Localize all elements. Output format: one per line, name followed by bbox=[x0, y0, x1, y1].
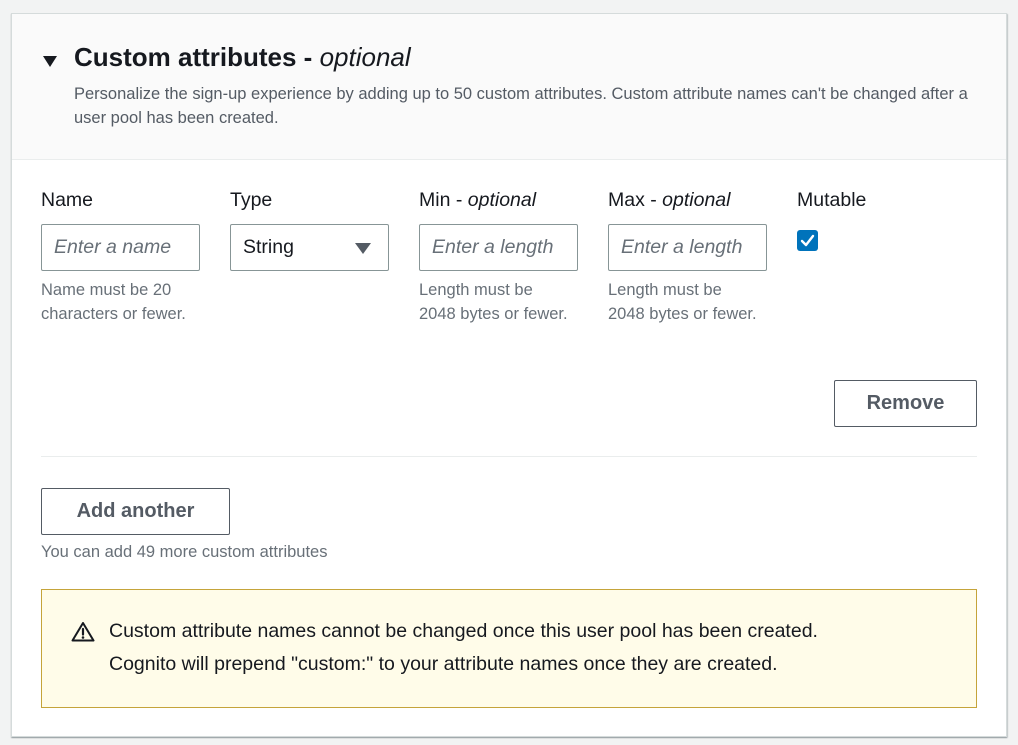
add-another-hint: You can add 49 more custom attributes bbox=[41, 543, 328, 561]
custom-attributes-panel: Custom attributes - optional Personalize… bbox=[11, 13, 1007, 737]
type-select[interactable]: String bbox=[230, 224, 389, 271]
name-label: Name bbox=[41, 189, 94, 211]
checkmark-icon bbox=[800, 234, 815, 247]
name-hint: Name must be 20 characters or fewer. bbox=[41, 281, 186, 323]
max-column: Max - optional bbox=[608, 187, 773, 213]
max-label-optional: optional bbox=[662, 189, 731, 211]
max-hint: Length must be 2048 bytes or fewer. bbox=[608, 281, 757, 323]
type-selected-value: String bbox=[243, 236, 294, 258]
alert-line-2: Cognito will prepend "custom:" to your a… bbox=[109, 653, 778, 675]
mutable-column: Mutable bbox=[797, 187, 962, 213]
section-title-text: Custom attributes - bbox=[74, 42, 313, 72]
warning-alert: Custom attribute names cannot be changed… bbox=[41, 589, 977, 708]
max-length-input[interactable] bbox=[608, 224, 767, 271]
mutable-label: Mutable bbox=[797, 189, 867, 211]
remove-button[interactable]: Remove bbox=[834, 380, 977, 427]
max-label-text: Max - bbox=[608, 189, 657, 211]
section-title-optional: optional bbox=[319, 42, 411, 72]
max-label: Max - optional bbox=[608, 187, 773, 213]
min-length-input[interactable] bbox=[419, 224, 578, 271]
dropdown-arrow-icon bbox=[355, 243, 371, 254]
panel-header: Custom attributes - optional Personalize… bbox=[12, 14, 1006, 160]
min-label-optional: optional bbox=[467, 189, 537, 211]
type-column: Type bbox=[230, 187, 395, 213]
min-hint: Length must be 2048 bytes or fewer. bbox=[419, 281, 568, 323]
section-title[interactable]: Custom attributes - optional bbox=[74, 42, 411, 73]
min-label: Min - optional bbox=[419, 187, 584, 213]
name-input[interactable] bbox=[41, 224, 200, 271]
min-column: Min - optional bbox=[419, 187, 584, 213]
section-description: Personalize the sign-up experience by ad… bbox=[74, 85, 968, 127]
name-column: Name bbox=[41, 187, 206, 213]
alert-line-1: Custom attribute names cannot be changed… bbox=[109, 620, 818, 642]
mutable-checkbox[interactable] bbox=[797, 230, 818, 251]
divider bbox=[41, 456, 977, 457]
min-label-text: Min - bbox=[419, 189, 463, 211]
caret-down-icon[interactable] bbox=[43, 56, 57, 67]
type-label: Type bbox=[230, 189, 273, 211]
add-another-button[interactable]: Add another bbox=[41, 488, 230, 535]
warning-icon bbox=[71, 621, 95, 647]
